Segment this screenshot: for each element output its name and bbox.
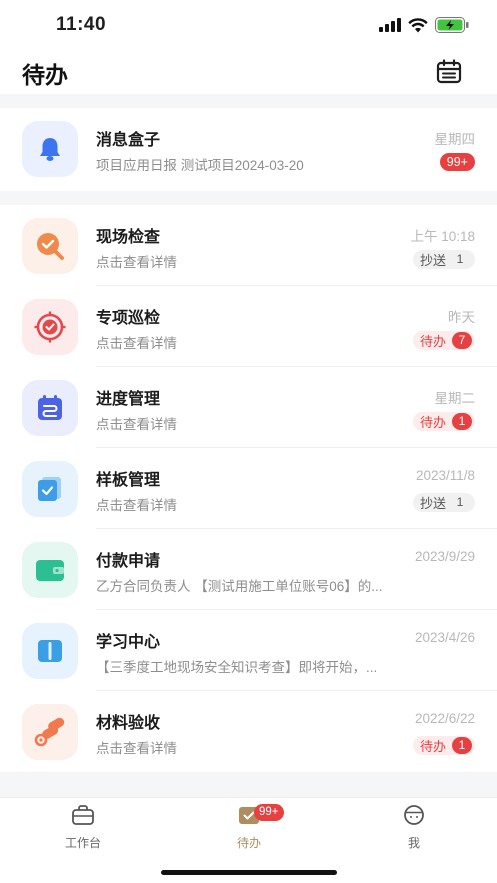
tag-count: 1	[456, 495, 464, 509]
list-item-time: 2023/11/8	[415, 468, 475, 483]
message-box-title: 消息盒子	[96, 132, 161, 149]
list-item-subtitle: 点击查看详情	[96, 336, 177, 351]
message-box-time: 星期四	[434, 132, 476, 147]
tag-count: 1	[452, 413, 472, 430]
list-item-time: 昨天	[448, 310, 475, 325]
battery-charging-icon	[435, 17, 469, 33]
list-item-subtitle: 乙方合同负责人 【测试用施工单位账号06】的...	[96, 579, 383, 594]
list-item-title: 现场检查	[96, 229, 161, 246]
todo-list: 现场检查 点击查看详情 上午 10:18 抄送 1 专项巡检 点击查看详情 昨天…	[0, 205, 497, 772]
cc-tag: 抄送 1	[412, 250, 475, 269]
tab-workbench[interactable]: 工作台	[33, 804, 133, 851]
template-icon-wrap	[22, 461, 78, 517]
calendar-icon	[436, 59, 462, 84]
wifi-icon	[408, 17, 428, 32]
cc-tag: 抄送 1	[412, 493, 475, 512]
tag-label: 抄送	[419, 496, 446, 511]
book-icon	[38, 640, 62, 662]
calendar-button[interactable]	[435, 58, 463, 86]
list-item-badges: 待办 7	[412, 331, 475, 350]
unread-count-badge: 99+	[439, 153, 475, 171]
tag-label: 待办	[419, 334, 446, 349]
todo-tag: 待办 1	[412, 736, 475, 755]
schedule-icon	[38, 395, 62, 420]
list-item-time: 2023/9/29	[414, 549, 475, 564]
status-bar: 11:40	[0, 0, 497, 50]
progress-icon-wrap	[22, 380, 78, 436]
signal-icon	[379, 18, 401, 32]
list-item-badges: 待办 1	[412, 412, 475, 431]
list-item-badges: 待办 1	[412, 736, 475, 755]
briefcase-icon	[72, 805, 94, 825]
list-item-title: 材料验收	[96, 715, 161, 732]
tab-todo[interactable]: 待办 99+	[199, 804, 299, 851]
page-title: 待办	[22, 62, 68, 88]
payment-icon-wrap	[22, 542, 78, 598]
message-box-item[interactable]: 消息盒子 项目应用日报 测试项目2024-03-20 星期四 99+	[0, 108, 497, 189]
list-item-template-management[interactable]: 样板管理 点击查看详情 2023/11/8 抄送 1	[0, 448, 497, 529]
list-item-title: 样板管理	[96, 472, 161, 489]
target-icon	[34, 311, 66, 343]
list-item-time: 星期二	[434, 391, 476, 406]
material-icon-wrap	[22, 704, 78, 760]
todo-tag: 待办 1	[412, 412, 475, 431]
tag-label: 抄送	[419, 253, 446, 268]
message-box-badges: 99+	[439, 153, 475, 171]
tab-me[interactable]: 我	[364, 804, 464, 851]
tag-count: 1	[452, 737, 472, 754]
learning-icon-wrap	[22, 623, 78, 679]
status-time: 11:40	[56, 14, 107, 35]
list-item-title: 付款申请	[96, 553, 161, 570]
home-indicator	[161, 870, 337, 875]
site-inspection-icon-wrap	[22, 218, 78, 274]
list-item-learning-center[interactable]: 学习中心 【三季度工地现场安全知识考查】即将开始，... 2023/4/26	[0, 610, 497, 691]
list-item-title: 进度管理	[96, 391, 161, 408]
bell-icon	[40, 138, 60, 161]
bottom-tab-bar: 工作台 待办 99+ 我	[0, 797, 497, 883]
todo-tag: 待办 7	[412, 331, 475, 350]
list-item-site-inspection[interactable]: 现场检查 点击查看详情 上午 10:18 抄送 1	[0, 205, 497, 286]
template-icon	[38, 477, 61, 501]
list-item-time: 上午 10:18	[410, 229, 475, 244]
profile-icon	[404, 805, 424, 825]
search-icon	[37, 233, 64, 260]
list-item-special-patrol[interactable]: 专项巡检 点击查看详情 昨天 待办 7	[0, 286, 497, 367]
tab-label: 待办	[236, 836, 261, 850]
list-item-progress-management[interactable]: 进度管理 点击查看详情 星期二 待办 1	[0, 367, 497, 448]
tag-label: 待办	[419, 415, 446, 430]
list-item-subtitle: 点击查看详情	[96, 417, 177, 432]
message-box-icon-wrap	[22, 121, 78, 177]
tag-count: 1	[456, 252, 464, 266]
list-item-time: 2022/6/22	[414, 711, 475, 726]
special-patrol-icon-wrap	[22, 299, 78, 355]
list-item-badges: 抄送 1	[412, 250, 475, 269]
list-item-subtitle: 点击查看详情	[96, 255, 177, 270]
status-icons	[379, 17, 469, 33]
tab-label: 工作台	[64, 836, 101, 850]
list-item-payment-request[interactable]: 付款申请 乙方合同负责人 【测试用施工单位账号06】的... 2023/9/29	[0, 529, 497, 610]
todo-count-badge: 99+	[254, 804, 284, 821]
wallet-icon	[36, 560, 64, 581]
list-item-subtitle: 【三季度工地现场安全知识考查】即将开始，...	[96, 660, 378, 675]
list-item-title: 专项巡检	[96, 310, 161, 327]
list-item-subtitle: 点击查看详情	[96, 498, 177, 513]
list-item-badges: 抄送 1	[412, 493, 475, 512]
list-item-title: 学习中心	[96, 634, 161, 651]
message-box-card: 消息盒子 项目应用日报 测试项目2024-03-20 星期四 99+	[0, 108, 497, 191]
tab-label: 我	[407, 836, 420, 850]
tag-label: 待办	[419, 739, 446, 754]
page-header: 待办	[0, 50, 497, 94]
tag-count: 7	[452, 332, 472, 349]
list-item-subtitle: 点击查看详情	[96, 741, 177, 756]
material-icon	[34, 717, 65, 747]
message-box-subtitle: 项目应用日报 测试项目2024-03-20	[96, 158, 304, 173]
list-item-time: 2023/4/26	[414, 630, 475, 645]
list-item-material-acceptance[interactable]: 材料验收 点击查看详情 2022/6/22 待办 1	[0, 691, 497, 772]
